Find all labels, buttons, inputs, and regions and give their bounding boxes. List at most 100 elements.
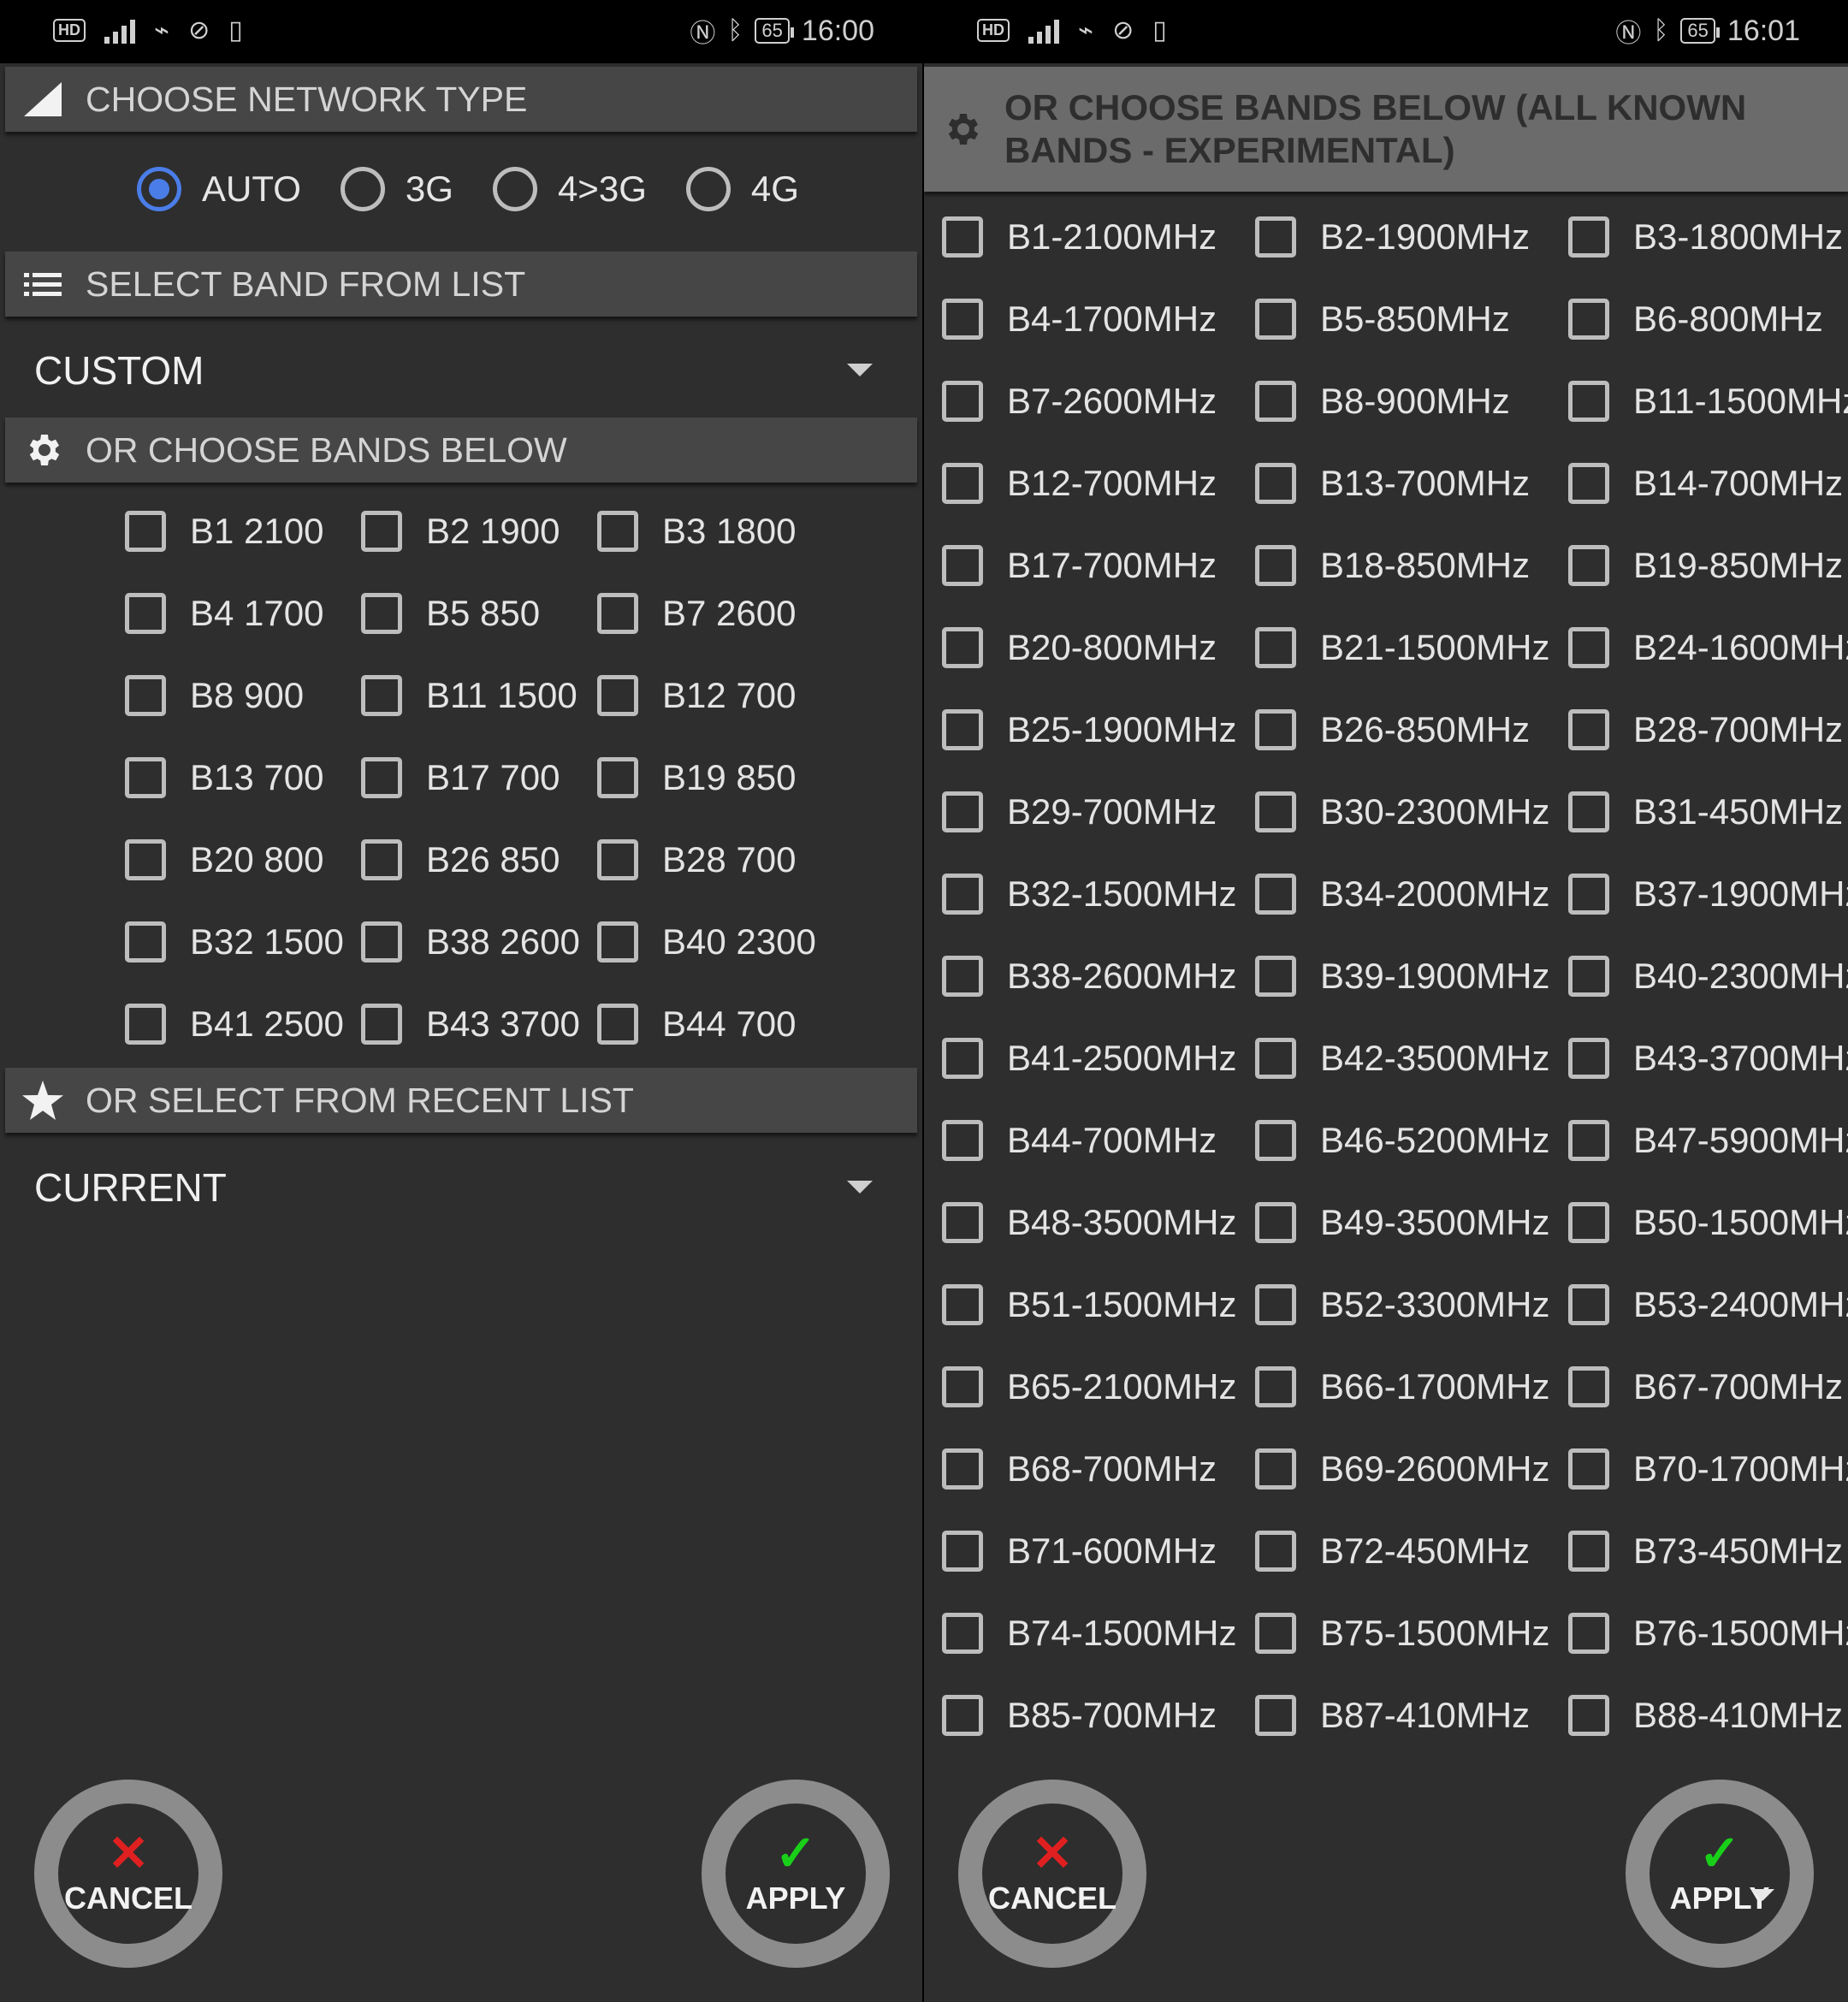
- band-checkbox[interactable]: B34-2000MHz: [1255, 874, 1549, 915]
- band-label: B43 3700: [426, 1004, 580, 1044]
- band-checkbox[interactable]: B69-2600MHz: [1255, 1448, 1549, 1490]
- band-checkbox[interactable]: B7-2600MHz: [942, 381, 1217, 422]
- band-checkbox[interactable]: B12 700: [597, 675, 796, 716]
- band-checkbox[interactable]: B46-5200MHz: [1255, 1120, 1549, 1161]
- band-checkbox[interactable]: B21-1500MHz: [1255, 627, 1549, 668]
- apply-button[interactable]: ✓ APPLY: [702, 1780, 890, 1968]
- band-checkbox[interactable]: B28-700MHz: [1568, 709, 1843, 750]
- band-checkbox[interactable]: B8 900: [125, 675, 304, 716]
- band-checkbox[interactable]: B48-3500MHz: [942, 1202, 1236, 1243]
- band-checkbox[interactable]: B5-850MHz: [1255, 299, 1510, 340]
- band-checkbox[interactable]: B50-1500MHz: [1568, 1202, 1848, 1243]
- band-checkbox[interactable]: B5 850: [361, 593, 540, 634]
- band-checkbox[interactable]: B2 1900: [361, 511, 560, 552]
- band-checkbox[interactable]: B52-3300MHz: [1255, 1284, 1549, 1325]
- checkbox-unchecked-icon: [597, 593, 638, 634]
- band-checkbox[interactable]: B53-2400MHz: [1568, 1284, 1848, 1325]
- apply-button[interactable]: ✓ APPLY: [1626, 1780, 1814, 1968]
- band-checkbox[interactable]: B3 1800: [597, 511, 796, 552]
- band-list-header: SELECT BAND FROM LIST: [5, 252, 917, 317]
- band-checkbox[interactable]: B12-700MHz: [942, 463, 1217, 504]
- band-checkbox[interactable]: B41-2500MHz: [942, 1038, 1236, 1079]
- band-checkbox[interactable]: B1 2100: [125, 511, 323, 552]
- band-checkbox[interactable]: B4 1700: [125, 593, 323, 634]
- checkbox-unchecked-icon: [1568, 216, 1609, 258]
- band-checkbox[interactable]: B30-2300MHz: [1255, 791, 1549, 832]
- band-checkbox[interactable]: B20-800MHz: [942, 627, 1217, 668]
- band-checkbox[interactable]: B51-1500MHz: [942, 1284, 1236, 1325]
- band-checkbox[interactable]: B4-1700MHz: [942, 299, 1217, 340]
- radio-selected-icon: [137, 167, 181, 211]
- checkbox-unchecked-icon: [942, 956, 983, 997]
- radio-3g[interactable]: 3G: [340, 167, 453, 211]
- band-label: B69-2600MHz: [1320, 1448, 1550, 1489]
- band-checkbox[interactable]: B73-450MHz: [1568, 1531, 1843, 1572]
- band-checkbox[interactable]: B65-2100MHz: [942, 1366, 1236, 1407]
- checkbox-unchecked-icon: [125, 1004, 166, 1045]
- checkbox-unchecked-icon: [942, 1202, 983, 1243]
- band-checkbox[interactable]: B8-900MHz: [1255, 381, 1510, 422]
- band-checkbox[interactable]: B71-600MHz: [942, 1531, 1217, 1572]
- band-checkbox[interactable]: B67-700MHz: [1568, 1366, 1843, 1407]
- band-checkbox[interactable]: B43 3700: [361, 1004, 580, 1045]
- checkbox-unchecked-icon: [597, 1004, 638, 1045]
- band-checkbox[interactable]: B74-1500MHz: [942, 1613, 1236, 1654]
- band-list-spinner[interactable]: CUSTOM: [34, 336, 873, 405]
- band-checkbox[interactable]: B70-1700MHz: [1568, 1448, 1848, 1490]
- band-checkbox[interactable]: B13-700MHz: [1255, 463, 1530, 504]
- band-checkbox[interactable]: B19-850MHz: [1568, 545, 1843, 586]
- recent-list-spinner[interactable]: CURRENT: [34, 1153, 873, 1222]
- band-checkbox[interactable]: B40 2300: [597, 921, 816, 962]
- radio-4-3g[interactable]: 4>3G: [492, 167, 647, 211]
- cancel-button[interactable]: ✕ CANCEL: [34, 1780, 222, 1968]
- band-checkbox[interactable]: B76-1500MHz: [1568, 1613, 1848, 1654]
- radio-4g[interactable]: 4G: [685, 167, 799, 211]
- band-checkbox[interactable]: B3-1800MHz: [1568, 216, 1843, 258]
- band-checkbox[interactable]: B1-2100MHz: [942, 216, 1217, 258]
- band-checkbox[interactable]: B87-410MHz: [1255, 1695, 1530, 1736]
- band-checkbox[interactable]: B47-5900MHz: [1568, 1120, 1848, 1161]
- band-checkbox[interactable]: B41 2500: [125, 1004, 344, 1045]
- band-checkbox[interactable]: B38 2600: [361, 921, 580, 962]
- cancel-button[interactable]: ✕ CANCEL: [958, 1780, 1146, 1968]
- band-checkbox[interactable]: B75-1500MHz: [1255, 1613, 1549, 1654]
- band-checkbox[interactable]: B11 1500: [361, 675, 578, 716]
- band-checkbox[interactable]: B18-850MHz: [1255, 545, 1530, 586]
- band-checkbox[interactable]: B19 850: [597, 757, 796, 798]
- band-checkbox[interactable]: B20 800: [125, 839, 323, 880]
- band-label: B20-800MHz: [1007, 627, 1217, 667]
- band-checkbox[interactable]: B68-700MHz: [942, 1448, 1217, 1490]
- band-checkbox[interactable]: B39-1900MHz: [1255, 956, 1549, 997]
- band-checkbox[interactable]: B37-1900MHz: [1568, 874, 1848, 915]
- band-checkbox[interactable]: B14-700MHz: [1568, 463, 1843, 504]
- band-checkbox[interactable]: B29-700MHz: [942, 791, 1217, 832]
- band-checkbox[interactable]: B66-1700MHz: [1255, 1366, 1549, 1407]
- band-checkbox[interactable]: B43-3700MHz: [1568, 1038, 1848, 1079]
- band-checkbox[interactable]: B17 700: [361, 757, 560, 798]
- band-checkbox[interactable]: B42-3500MHz: [1255, 1038, 1549, 1079]
- band-checkbox[interactable]: B72-450MHz: [1255, 1531, 1530, 1572]
- band-checkbox[interactable]: B6-800MHz: [1568, 299, 1823, 340]
- band-checkbox[interactable]: B38-2600MHz: [942, 956, 1236, 997]
- band-checkbox[interactable]: B49-3500MHz: [1255, 1202, 1549, 1243]
- band-checkbox[interactable]: B7 2600: [597, 593, 796, 634]
- band-checkbox[interactable]: B28 700: [597, 839, 796, 880]
- band-checkbox[interactable]: B26-850MHz: [1255, 709, 1530, 750]
- band-checkbox[interactable]: B24-1600MHz: [1568, 627, 1848, 668]
- band-checkbox[interactable]: B44-700MHz: [942, 1120, 1217, 1161]
- band-checkbox[interactable]: B31-450MHz: [1568, 791, 1843, 832]
- band-checkbox[interactable]: B32-1500MHz: [942, 874, 1236, 915]
- band-checkbox[interactable]: B2-1900MHz: [1255, 216, 1530, 258]
- band-checkbox[interactable]: B85-700MHz: [942, 1695, 1217, 1736]
- band-checkbox[interactable]: B11-1500MHz: [1568, 381, 1848, 422]
- band-checkbox[interactable]: B17-700MHz: [942, 545, 1217, 586]
- band-checkbox[interactable]: B32 1500: [125, 921, 344, 962]
- band-checkbox[interactable]: B40-2300MHz: [1568, 956, 1848, 997]
- band-checkbox[interactable]: B25-1900MHz: [942, 709, 1236, 750]
- nfc-icon: Ⓝ: [1615, 20, 1642, 48]
- band-checkbox[interactable]: B88-410MHz: [1568, 1695, 1843, 1736]
- band-checkbox[interactable]: B44 700: [597, 1004, 796, 1045]
- radio-auto[interactable]: AUTO: [137, 167, 301, 211]
- band-checkbox[interactable]: B26 850: [361, 839, 560, 880]
- band-checkbox[interactable]: B13 700: [125, 757, 323, 798]
